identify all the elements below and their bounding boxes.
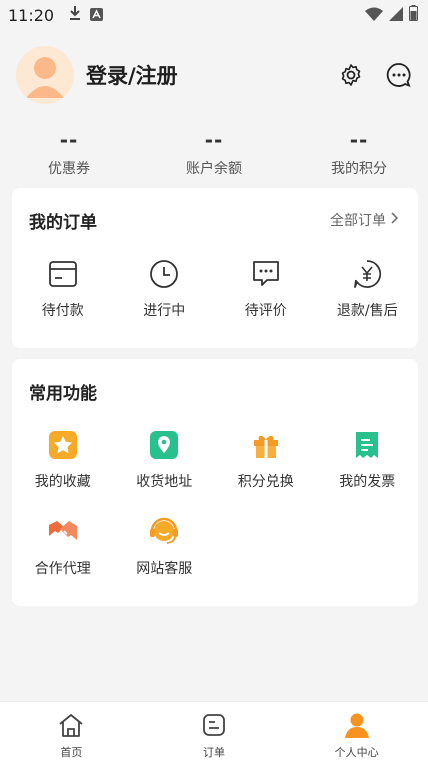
wifi-icon bbox=[365, 6, 383, 25]
handshake-icon bbox=[47, 516, 79, 548]
profile-header: 登录/注册 bbox=[16, 46, 412, 104]
download-icon bbox=[68, 5, 82, 25]
user-icon bbox=[343, 712, 371, 742]
clock-icon bbox=[148, 258, 180, 290]
gift-icon bbox=[250, 429, 282, 461]
tab-label: 个人中心 bbox=[334, 746, 379, 759]
settings-gear-icon[interactable] bbox=[338, 62, 364, 88]
order-status-label: 退款/售后 bbox=[336, 303, 398, 319]
function-label: 网站客服 bbox=[136, 561, 193, 577]
refund-icon bbox=[351, 258, 383, 290]
function-label: 积分兑换 bbox=[237, 474, 294, 490]
functions-row-2: 合作代理 网站客服 bbox=[12, 516, 418, 578]
order-icon bbox=[201, 712, 227, 742]
my-orders-title: 我的订单 bbox=[29, 213, 97, 233]
home-icon bbox=[57, 712, 85, 742]
avatar[interactable] bbox=[16, 46, 74, 104]
order-pending-payment[interactable]: 待付款 bbox=[12, 258, 114, 320]
stat-coupons[interactable]: -- 优惠券 bbox=[20, 128, 118, 178]
order-pending-review[interactable]: 待评价 bbox=[215, 258, 317, 320]
functions-row-1: 我的收藏 收货地址 积分兑换 我的发票 bbox=[12, 429, 418, 491]
all-orders-label: 全部订单 bbox=[330, 213, 386, 229]
default-avatar-icon bbox=[26, 57, 64, 98]
customer-service-icon bbox=[148, 516, 180, 548]
function-points-exchange[interactable]: 积分兑换 bbox=[215, 429, 317, 491]
function-label: 我的发票 bbox=[339, 474, 396, 490]
status-time: 11:20 bbox=[8, 5, 55, 25]
wallet-icon bbox=[47, 258, 79, 290]
all-orders-link[interactable]: 全部订单 bbox=[330, 210, 399, 230]
stat-label: 我的积分 bbox=[331, 161, 387, 177]
order-status-label: 待付款 bbox=[41, 303, 84, 319]
bottom-tab-bar: 首页 订单 个人中心 bbox=[0, 701, 428, 762]
order-refund[interactable]: 退款/售后 bbox=[317, 258, 419, 320]
stat-label: 优惠券 bbox=[48, 161, 90, 177]
tab-orders[interactable]: 订单 bbox=[143, 702, 286, 762]
tab-home[interactable]: 首页 bbox=[0, 702, 143, 762]
stat-value: -- bbox=[204, 128, 224, 152]
function-customer-service[interactable]: 网站客服 bbox=[114, 516, 216, 578]
function-favorites[interactable]: 我的收藏 bbox=[12, 429, 114, 491]
stat-balance[interactable]: -- 账户余额 bbox=[165, 128, 263, 178]
my-orders-card: 我的订单 全部订单 待付款 进行中 待评价 退款/售后 bbox=[12, 188, 418, 348]
star-icon bbox=[47, 429, 79, 461]
common-functions-title: 常用功能 bbox=[29, 384, 97, 404]
stat-value: -- bbox=[349, 128, 369, 152]
account-stats: -- 优惠券 -- 账户余额 -- 我的积分 bbox=[0, 128, 428, 178]
chevron-right-icon bbox=[390, 212, 399, 228]
order-status-row: 待付款 进行中 待评价 退款/售后 bbox=[12, 258, 418, 320]
comment-icon bbox=[250, 258, 282, 290]
tab-label: 订单 bbox=[203, 746, 225, 759]
function-address[interactable]: 收货地址 bbox=[114, 429, 216, 491]
stat-points[interactable]: -- 我的积分 bbox=[310, 128, 408, 178]
invoice-icon bbox=[351, 429, 383, 461]
tab-profile[interactable]: 个人中心 bbox=[285, 702, 428, 762]
message-icon[interactable] bbox=[386, 62, 412, 88]
common-functions-card: 常用功能 我的收藏 收货地址 积分兑换 我的发票 合作代理 网站客服 bbox=[12, 359, 418, 606]
status-bar: 11:20 bbox=[0, 0, 428, 30]
tab-label: 首页 bbox=[60, 746, 83, 759]
battery-icon bbox=[409, 5, 418, 25]
signal-icon bbox=[389, 6, 403, 25]
function-label: 收货地址 bbox=[136, 474, 193, 490]
function-partnership[interactable]: 合作代理 bbox=[12, 516, 114, 578]
order-in-progress[interactable]: 进行中 bbox=[114, 258, 216, 320]
order-status-label: 进行中 bbox=[143, 303, 186, 319]
stat-value: -- bbox=[59, 128, 79, 152]
order-status-label: 待评价 bbox=[244, 303, 287, 319]
function-label: 我的收藏 bbox=[34, 474, 91, 490]
login-register-link[interactable]: 登录/注册 bbox=[86, 60, 178, 90]
function-invoice[interactable]: 我的发票 bbox=[317, 429, 419, 491]
app-notification-icon bbox=[90, 6, 104, 25]
stat-label: 账户余额 bbox=[186, 161, 242, 177]
location-icon bbox=[148, 429, 180, 461]
function-label: 合作代理 bbox=[34, 561, 91, 577]
